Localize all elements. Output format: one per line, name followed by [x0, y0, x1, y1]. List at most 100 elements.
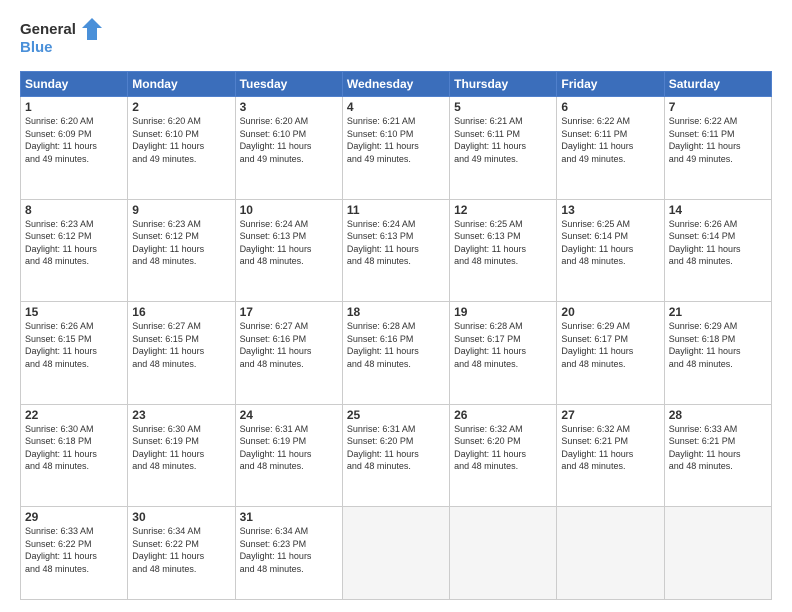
day-info: Sunrise: 6:29 AMSunset: 6:17 PMDaylight:…	[561, 321, 633, 369]
day-number: 3	[240, 100, 338, 114]
day-number: 12	[454, 203, 552, 217]
calendar-cell: 4 Sunrise: 6:21 AMSunset: 6:10 PMDayligh…	[342, 97, 449, 200]
col-header-monday: Monday	[128, 72, 235, 97]
day-number: 11	[347, 203, 445, 217]
calendar-cell: 28 Sunrise: 6:33 AMSunset: 6:21 PMDaylig…	[664, 404, 771, 507]
day-number: 6	[561, 100, 659, 114]
svg-text:General: General	[20, 21, 76, 38]
day-info: Sunrise: 6:31 AMSunset: 6:20 PMDaylight:…	[347, 424, 419, 472]
calendar-cell: 27 Sunrise: 6:32 AMSunset: 6:21 PMDaylig…	[557, 404, 664, 507]
calendar-cell: 6 Sunrise: 6:22 AMSunset: 6:11 PMDayligh…	[557, 97, 664, 200]
calendar-cell: 26 Sunrise: 6:32 AMSunset: 6:20 PMDaylig…	[450, 404, 557, 507]
calendar-cell: 11 Sunrise: 6:24 AMSunset: 6:13 PMDaylig…	[342, 199, 449, 302]
calendar-cell: 12 Sunrise: 6:25 AMSunset: 6:13 PMDaylig…	[450, 199, 557, 302]
day-number: 25	[347, 408, 445, 422]
calendar-cell: 21 Sunrise: 6:29 AMSunset: 6:18 PMDaylig…	[664, 302, 771, 405]
calendar-cell: 17 Sunrise: 6:27 AMSunset: 6:16 PMDaylig…	[235, 302, 342, 405]
day-number: 27	[561, 408, 659, 422]
day-info: Sunrise: 6:20 AMSunset: 6:09 PMDaylight:…	[25, 116, 97, 164]
calendar-cell: 18 Sunrise: 6:28 AMSunset: 6:16 PMDaylig…	[342, 302, 449, 405]
day-number: 30	[132, 510, 230, 524]
day-info: Sunrise: 6:28 AMSunset: 6:16 PMDaylight:…	[347, 321, 419, 369]
day-info: Sunrise: 6:33 AMSunset: 6:21 PMDaylight:…	[669, 424, 741, 472]
svg-text:Blue: Blue	[20, 39, 53, 56]
day-number: 20	[561, 305, 659, 319]
calendar-cell	[664, 507, 771, 600]
day-number: 13	[561, 203, 659, 217]
day-number: 19	[454, 305, 552, 319]
calendar-cell	[450, 507, 557, 600]
day-number: 15	[25, 305, 123, 319]
calendar-cell: 3 Sunrise: 6:20 AMSunset: 6:10 PMDayligh…	[235, 97, 342, 200]
calendar-cell: 15 Sunrise: 6:26 AMSunset: 6:15 PMDaylig…	[21, 302, 128, 405]
day-number: 18	[347, 305, 445, 319]
calendar-cell: 5 Sunrise: 6:21 AMSunset: 6:11 PMDayligh…	[450, 97, 557, 200]
day-info: Sunrise: 6:27 AMSunset: 6:15 PMDaylight:…	[132, 321, 204, 369]
day-number: 31	[240, 510, 338, 524]
calendar-cell: 31 Sunrise: 6:34 AMSunset: 6:23 PMDaylig…	[235, 507, 342, 600]
calendar-cell: 24 Sunrise: 6:31 AMSunset: 6:19 PMDaylig…	[235, 404, 342, 507]
calendar-cell: 9 Sunrise: 6:23 AMSunset: 6:12 PMDayligh…	[128, 199, 235, 302]
day-info: Sunrise: 6:33 AMSunset: 6:22 PMDaylight:…	[25, 526, 97, 574]
day-number: 2	[132, 100, 230, 114]
day-number: 24	[240, 408, 338, 422]
day-info: Sunrise: 6:28 AMSunset: 6:17 PMDaylight:…	[454, 321, 526, 369]
calendar-cell	[557, 507, 664, 600]
col-header-saturday: Saturday	[664, 72, 771, 97]
calendar-cell: 13 Sunrise: 6:25 AMSunset: 6:14 PMDaylig…	[557, 199, 664, 302]
day-info: Sunrise: 6:23 AMSunset: 6:12 PMDaylight:…	[132, 219, 204, 267]
calendar-cell: 1 Sunrise: 6:20 AMSunset: 6:09 PMDayligh…	[21, 97, 128, 200]
day-number: 7	[669, 100, 767, 114]
calendar-cell: 25 Sunrise: 6:31 AMSunset: 6:20 PMDaylig…	[342, 404, 449, 507]
col-header-wednesday: Wednesday	[342, 72, 449, 97]
col-header-tuesday: Tuesday	[235, 72, 342, 97]
day-number: 14	[669, 203, 767, 217]
calendar-cell: 30 Sunrise: 6:34 AMSunset: 6:22 PMDaylig…	[128, 507, 235, 600]
day-info: Sunrise: 6:30 AMSunset: 6:18 PMDaylight:…	[25, 424, 97, 472]
day-number: 4	[347, 100, 445, 114]
day-info: Sunrise: 6:23 AMSunset: 6:12 PMDaylight:…	[25, 219, 97, 267]
logo: General Blue	[20, 16, 110, 61]
calendar-cell: 7 Sunrise: 6:22 AMSunset: 6:11 PMDayligh…	[664, 97, 771, 200]
day-info: Sunrise: 6:24 AMSunset: 6:13 PMDaylight:…	[240, 219, 312, 267]
day-info: Sunrise: 6:31 AMSunset: 6:19 PMDaylight:…	[240, 424, 312, 472]
day-number: 22	[25, 408, 123, 422]
calendar-cell: 16 Sunrise: 6:27 AMSunset: 6:15 PMDaylig…	[128, 302, 235, 405]
calendar-cell: 10 Sunrise: 6:24 AMSunset: 6:13 PMDaylig…	[235, 199, 342, 302]
day-info: Sunrise: 6:30 AMSunset: 6:19 PMDaylight:…	[132, 424, 204, 472]
day-number: 9	[132, 203, 230, 217]
calendar-table: SundayMondayTuesdayWednesdayThursdayFrid…	[20, 71, 772, 600]
day-number: 21	[669, 305, 767, 319]
calendar-cell: 8 Sunrise: 6:23 AMSunset: 6:12 PMDayligh…	[21, 199, 128, 302]
day-info: Sunrise: 6:22 AMSunset: 6:11 PMDaylight:…	[669, 116, 741, 164]
day-info: Sunrise: 6:21 AMSunset: 6:11 PMDaylight:…	[454, 116, 526, 164]
calendar-cell: 23 Sunrise: 6:30 AMSunset: 6:19 PMDaylig…	[128, 404, 235, 507]
day-info: Sunrise: 6:21 AMSunset: 6:10 PMDaylight:…	[347, 116, 419, 164]
day-number: 10	[240, 203, 338, 217]
col-header-friday: Friday	[557, 72, 664, 97]
calendar-cell: 19 Sunrise: 6:28 AMSunset: 6:17 PMDaylig…	[450, 302, 557, 405]
day-number: 29	[25, 510, 123, 524]
day-number: 26	[454, 408, 552, 422]
day-info: Sunrise: 6:34 AMSunset: 6:22 PMDaylight:…	[132, 526, 204, 574]
day-info: Sunrise: 6:32 AMSunset: 6:20 PMDaylight:…	[454, 424, 526, 472]
day-number: 8	[25, 203, 123, 217]
day-info: Sunrise: 6:26 AMSunset: 6:15 PMDaylight:…	[25, 321, 97, 369]
col-header-thursday: Thursday	[450, 72, 557, 97]
day-number: 28	[669, 408, 767, 422]
day-info: Sunrise: 6:20 AMSunset: 6:10 PMDaylight:…	[132, 116, 204, 164]
day-number: 5	[454, 100, 552, 114]
calendar-cell: 22 Sunrise: 6:30 AMSunset: 6:18 PMDaylig…	[21, 404, 128, 507]
day-number: 23	[132, 408, 230, 422]
day-info: Sunrise: 6:27 AMSunset: 6:16 PMDaylight:…	[240, 321, 312, 369]
day-info: Sunrise: 6:22 AMSunset: 6:11 PMDaylight:…	[561, 116, 633, 164]
day-info: Sunrise: 6:29 AMSunset: 6:18 PMDaylight:…	[669, 321, 741, 369]
day-info: Sunrise: 6:32 AMSunset: 6:21 PMDaylight:…	[561, 424, 633, 472]
day-number: 1	[25, 100, 123, 114]
calendar-cell: 20 Sunrise: 6:29 AMSunset: 6:17 PMDaylig…	[557, 302, 664, 405]
calendar-cell: 2 Sunrise: 6:20 AMSunset: 6:10 PMDayligh…	[128, 97, 235, 200]
calendar-cell	[342, 507, 449, 600]
day-number: 16	[132, 305, 230, 319]
day-info: Sunrise: 6:34 AMSunset: 6:23 PMDaylight:…	[240, 526, 312, 574]
day-number: 17	[240, 305, 338, 319]
